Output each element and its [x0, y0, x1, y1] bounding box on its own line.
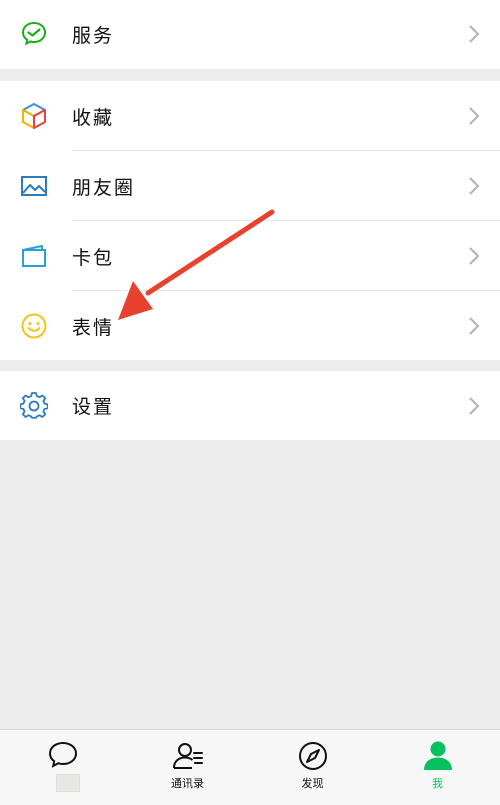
tab-label: 我	[432, 777, 443, 790]
services-group: 服务	[0, 0, 500, 69]
favorites-cube-icon	[20, 102, 48, 130]
menu-item-settings[interactable]: 设置	[0, 371, 500, 440]
contacts-icon	[171, 739, 205, 773]
chat-bubble-icon	[46, 739, 80, 773]
tab-label: 通讯录	[171, 777, 204, 790]
avatar-thumbnail	[56, 774, 80, 792]
moments-photo-icon	[20, 172, 48, 200]
menu-item-favorites[interactable]: 收藏	[0, 81, 500, 151]
chevron-right-icon	[468, 24, 480, 44]
tab-me[interactable]: 我	[375, 730, 500, 805]
tab-contacts[interactable]: 通讯录	[125, 730, 250, 805]
menu-item-stickers[interactable]: 表情	[0, 291, 500, 361]
menu-item-label: 卡包	[72, 246, 115, 269]
menu-item-label: 收藏	[72, 106, 115, 129]
chevron-right-icon	[468, 106, 480, 126]
person-icon	[421, 739, 455, 773]
menu-item-moments[interactable]: 朋友圈	[0, 151, 500, 221]
compass-icon	[296, 739, 330, 773]
menu-item-label: 表情	[72, 316, 115, 339]
tab-chats[interactable]	[0, 730, 125, 805]
tab-discover[interactable]: 发现	[250, 730, 375, 805]
smiley-icon	[20, 312, 48, 340]
menu-item-label: 服务	[72, 25, 115, 47]
bottom-tab-bar: 通讯录 发现 我	[0, 729, 500, 805]
card-wallet-icon	[20, 242, 48, 270]
wechat-pay-check-icon	[20, 20, 48, 48]
menu-item-label: 设置	[72, 396, 115, 418]
chevron-right-icon	[468, 246, 480, 266]
main-menu-group: 收藏 朋友圈 卡包 表情	[0, 81, 500, 360]
settings-group: 设置	[0, 371, 500, 440]
tab-label: 发现	[301, 777, 324, 790]
gear-icon	[20, 392, 48, 420]
chevron-right-icon	[468, 396, 480, 416]
menu-item-label: 朋友圈	[72, 176, 136, 199]
menu-item-services[interactable]: 服务	[0, 0, 500, 69]
chevron-right-icon	[468, 176, 480, 196]
chevron-right-icon	[468, 316, 480, 336]
menu-item-card-wallet[interactable]: 卡包	[0, 221, 500, 291]
